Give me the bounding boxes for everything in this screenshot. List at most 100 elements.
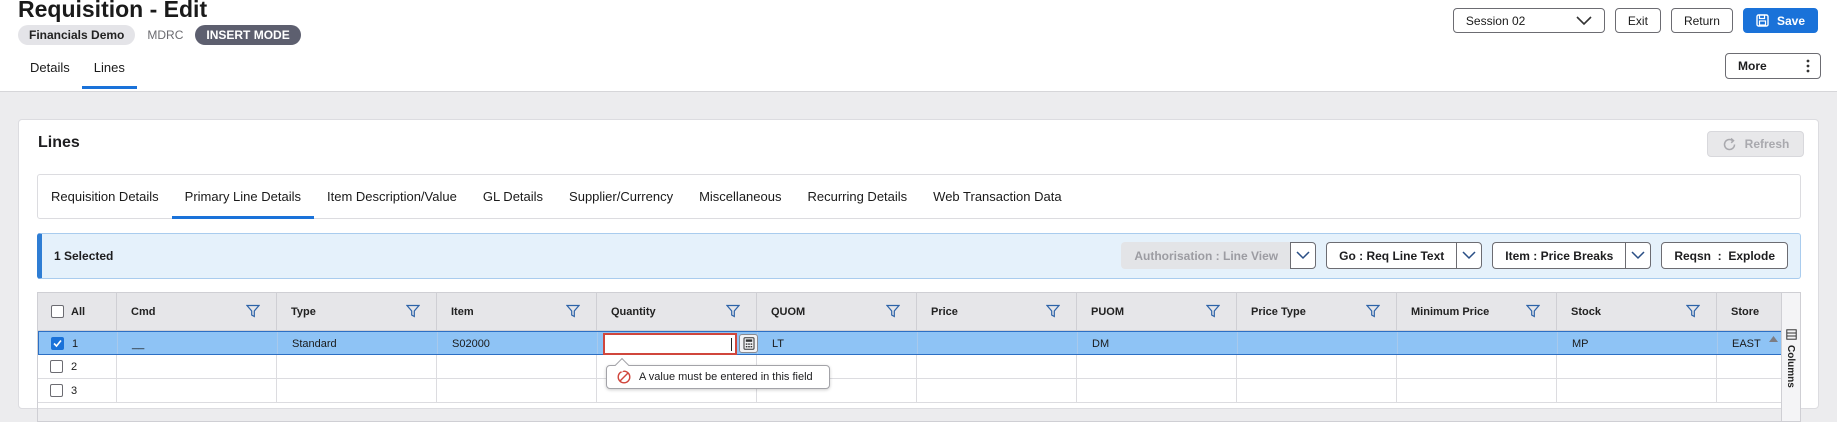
context-badges: Financials Demo MDRC INSERT MODE — [18, 25, 301, 45]
column-header-item[interactable]: Item — [437, 293, 597, 330]
filter-icon[interactable] — [1686, 304, 1700, 318]
row-checkbox[interactable] — [50, 360, 63, 373]
return-button[interactable]: Return — [1670, 8, 1733, 33]
filter-icon[interactable] — [406, 304, 420, 318]
column-header-minimum-price[interactable]: Minimum Price — [1397, 293, 1557, 330]
table-row[interactable]: 2 — [38, 355, 1783, 379]
lines-grid: All Cmd Type Item Quantity QUOM Price PU… — [37, 292, 1801, 422]
subtab-item-description-value[interactable]: Item Description/Value — [314, 175, 470, 218]
tab-lines[interactable]: Lines — [81, 58, 137, 89]
filter-icon[interactable] — [1206, 304, 1220, 318]
scroll-up-arrow-icon[interactable] — [1768, 335, 1779, 343]
item-price-breaks-button[interactable]: Item : Price Breaks — [1492, 242, 1626, 269]
subtab-gl-details[interactable]: GL Details — [470, 175, 556, 218]
go-req-line-text-split-button[interactable]: Go : Req Line Text — [1326, 242, 1483, 269]
row-checkbox[interactable] — [50, 384, 63, 397]
cmd-cell[interactable]: __ — [118, 332, 278, 354]
minimum-price-cell[interactable] — [1397, 355, 1557, 378]
authorisation-line-view-split-button[interactable]: Authorisation : Line View — [1121, 242, 1317, 269]
column-header-store[interactable]: Store — [1717, 293, 1783, 330]
subtab-supplier-currency[interactable]: Supplier/Currency — [556, 175, 686, 218]
session-dropdown[interactable]: Session 02 — [1452, 8, 1605, 33]
reqsn-explode-button[interactable]: Reqsn : Explode — [1661, 242, 1788, 269]
go-req-line-text-button[interactable]: Go : Req Line Text — [1326, 242, 1457, 269]
calculator-button[interactable] — [739, 334, 758, 353]
validation-message: A value must be entered in this field — [639, 371, 813, 383]
refresh-button[interactable]: Refresh — [1707, 131, 1804, 157]
select-all-label: All — [71, 306, 86, 318]
price-cell[interactable] — [917, 355, 1077, 378]
filter-icon[interactable] — [1526, 304, 1540, 318]
subtab-primary-line-details[interactable]: Primary Line Details — [171, 175, 315, 219]
subtab-web-transaction-data[interactable]: Web Transaction Data — [920, 175, 1074, 218]
calculator-icon — [743, 337, 754, 350]
table-row[interactable]: 3 — [38, 379, 1783, 403]
row-select-cell: 1 — [39, 332, 118, 354]
column-header-price-type[interactable]: Price Type — [1237, 293, 1397, 330]
selection-bar: 1 Selected Authorisation : Line View Go … — [37, 233, 1801, 279]
price-cell[interactable] — [918, 332, 1078, 354]
filter-icon[interactable] — [886, 304, 900, 318]
select-all-checkbox[interactable] — [51, 305, 64, 318]
stock-cell[interactable]: MP — [1558, 332, 1718, 354]
item-cell[interactable]: S02000 — [438, 332, 598, 354]
more-button[interactable]: More — [1725, 53, 1821, 79]
column-label: QUOM — [771, 306, 806, 318]
filter-icon[interactable] — [246, 304, 260, 318]
kebab-menu-icon — [1806, 59, 1810, 73]
quom-cell[interactable]: LT — [758, 332, 918, 354]
type-cell[interactable] — [277, 355, 437, 378]
puom-cell[interactable]: DM — [1078, 332, 1238, 354]
chevron-down-icon — [1296, 251, 1310, 260]
page-tabs: Details Lines — [18, 58, 137, 89]
filter-icon[interactable] — [1046, 304, 1060, 318]
subtab-requisition-details[interactable]: Requisition Details — [38, 175, 172, 218]
puom-cell[interactable] — [1077, 355, 1237, 378]
authorisation-dropdown-toggle[interactable] — [1290, 242, 1317, 269]
type-cell[interactable]: Standard — [278, 332, 438, 354]
item-cell[interactable] — [437, 355, 597, 378]
table-row[interactable]: 1 __ Standard S02000 LT DM MP EAST — [38, 331, 1783, 355]
cmd-cell[interactable] — [117, 355, 277, 378]
column-label: Stock — [1571, 306, 1601, 318]
session-label: Session 02 — [1465, 13, 1526, 28]
filter-icon[interactable] — [1366, 304, 1380, 318]
column-header-price[interactable]: Price — [917, 293, 1077, 330]
column-header-cmd[interactable]: Cmd — [117, 293, 277, 330]
exit-button[interactable]: Exit — [1614, 8, 1661, 33]
column-label: Minimum Price — [1411, 306, 1490, 318]
header-actions: Session 02 Exit Return Save — [1452, 8, 1818, 33]
chevron-down-icon — [1631, 251, 1645, 260]
save-label: Save — [1776, 13, 1805, 28]
stock-cell[interactable] — [1557, 355, 1717, 378]
tab-details[interactable]: Details — [18, 58, 82, 89]
column-header-type[interactable]: Type — [277, 293, 437, 330]
column-header-puom[interactable]: PUOM — [1077, 293, 1237, 330]
row-checkbox[interactable] — [51, 337, 64, 350]
column-header-quantity[interactable]: Quantity — [597, 293, 757, 330]
column-label: PUOM — [1091, 306, 1124, 318]
item-dropdown-toggle[interactable] — [1625, 242, 1652, 269]
columns-side-panel[interactable]: Columns — [1769, 293, 1800, 421]
minimum-price-cell[interactable] — [1398, 332, 1558, 354]
checkmark-icon — [53, 339, 62, 348]
store-cell[interactable] — [1717, 355, 1783, 378]
subtab-miscellaneous[interactable]: Miscellaneous — [686, 175, 794, 218]
item-price-breaks-split-button[interactable]: Item : Price Breaks — [1492, 242, 1652, 269]
lines-panel: Lines Refresh Requisition Details Primar… — [18, 119, 1819, 422]
subtab-recurring-details[interactable]: Recurring Details — [794, 175, 920, 218]
column-header-quom[interactable]: QUOM — [757, 293, 917, 330]
go-dropdown-toggle[interactable] — [1456, 242, 1483, 269]
refresh-label: Refresh — [1744, 137, 1790, 151]
column-header-stock[interactable]: Stock — [1557, 293, 1717, 330]
filter-icon[interactable] — [566, 304, 580, 318]
column-label: Item — [451, 306, 474, 318]
price-type-cell[interactable] — [1238, 332, 1398, 354]
save-icon — [1756, 14, 1769, 27]
save-button[interactable]: Save — [1742, 8, 1818, 33]
filter-icon[interactable] — [726, 304, 740, 318]
quantity-input[interactable] — [603, 333, 737, 355]
more-label: More — [1738, 59, 1767, 73]
price-type-cell[interactable] — [1237, 355, 1397, 378]
lines-title: Lines — [38, 134, 80, 151]
